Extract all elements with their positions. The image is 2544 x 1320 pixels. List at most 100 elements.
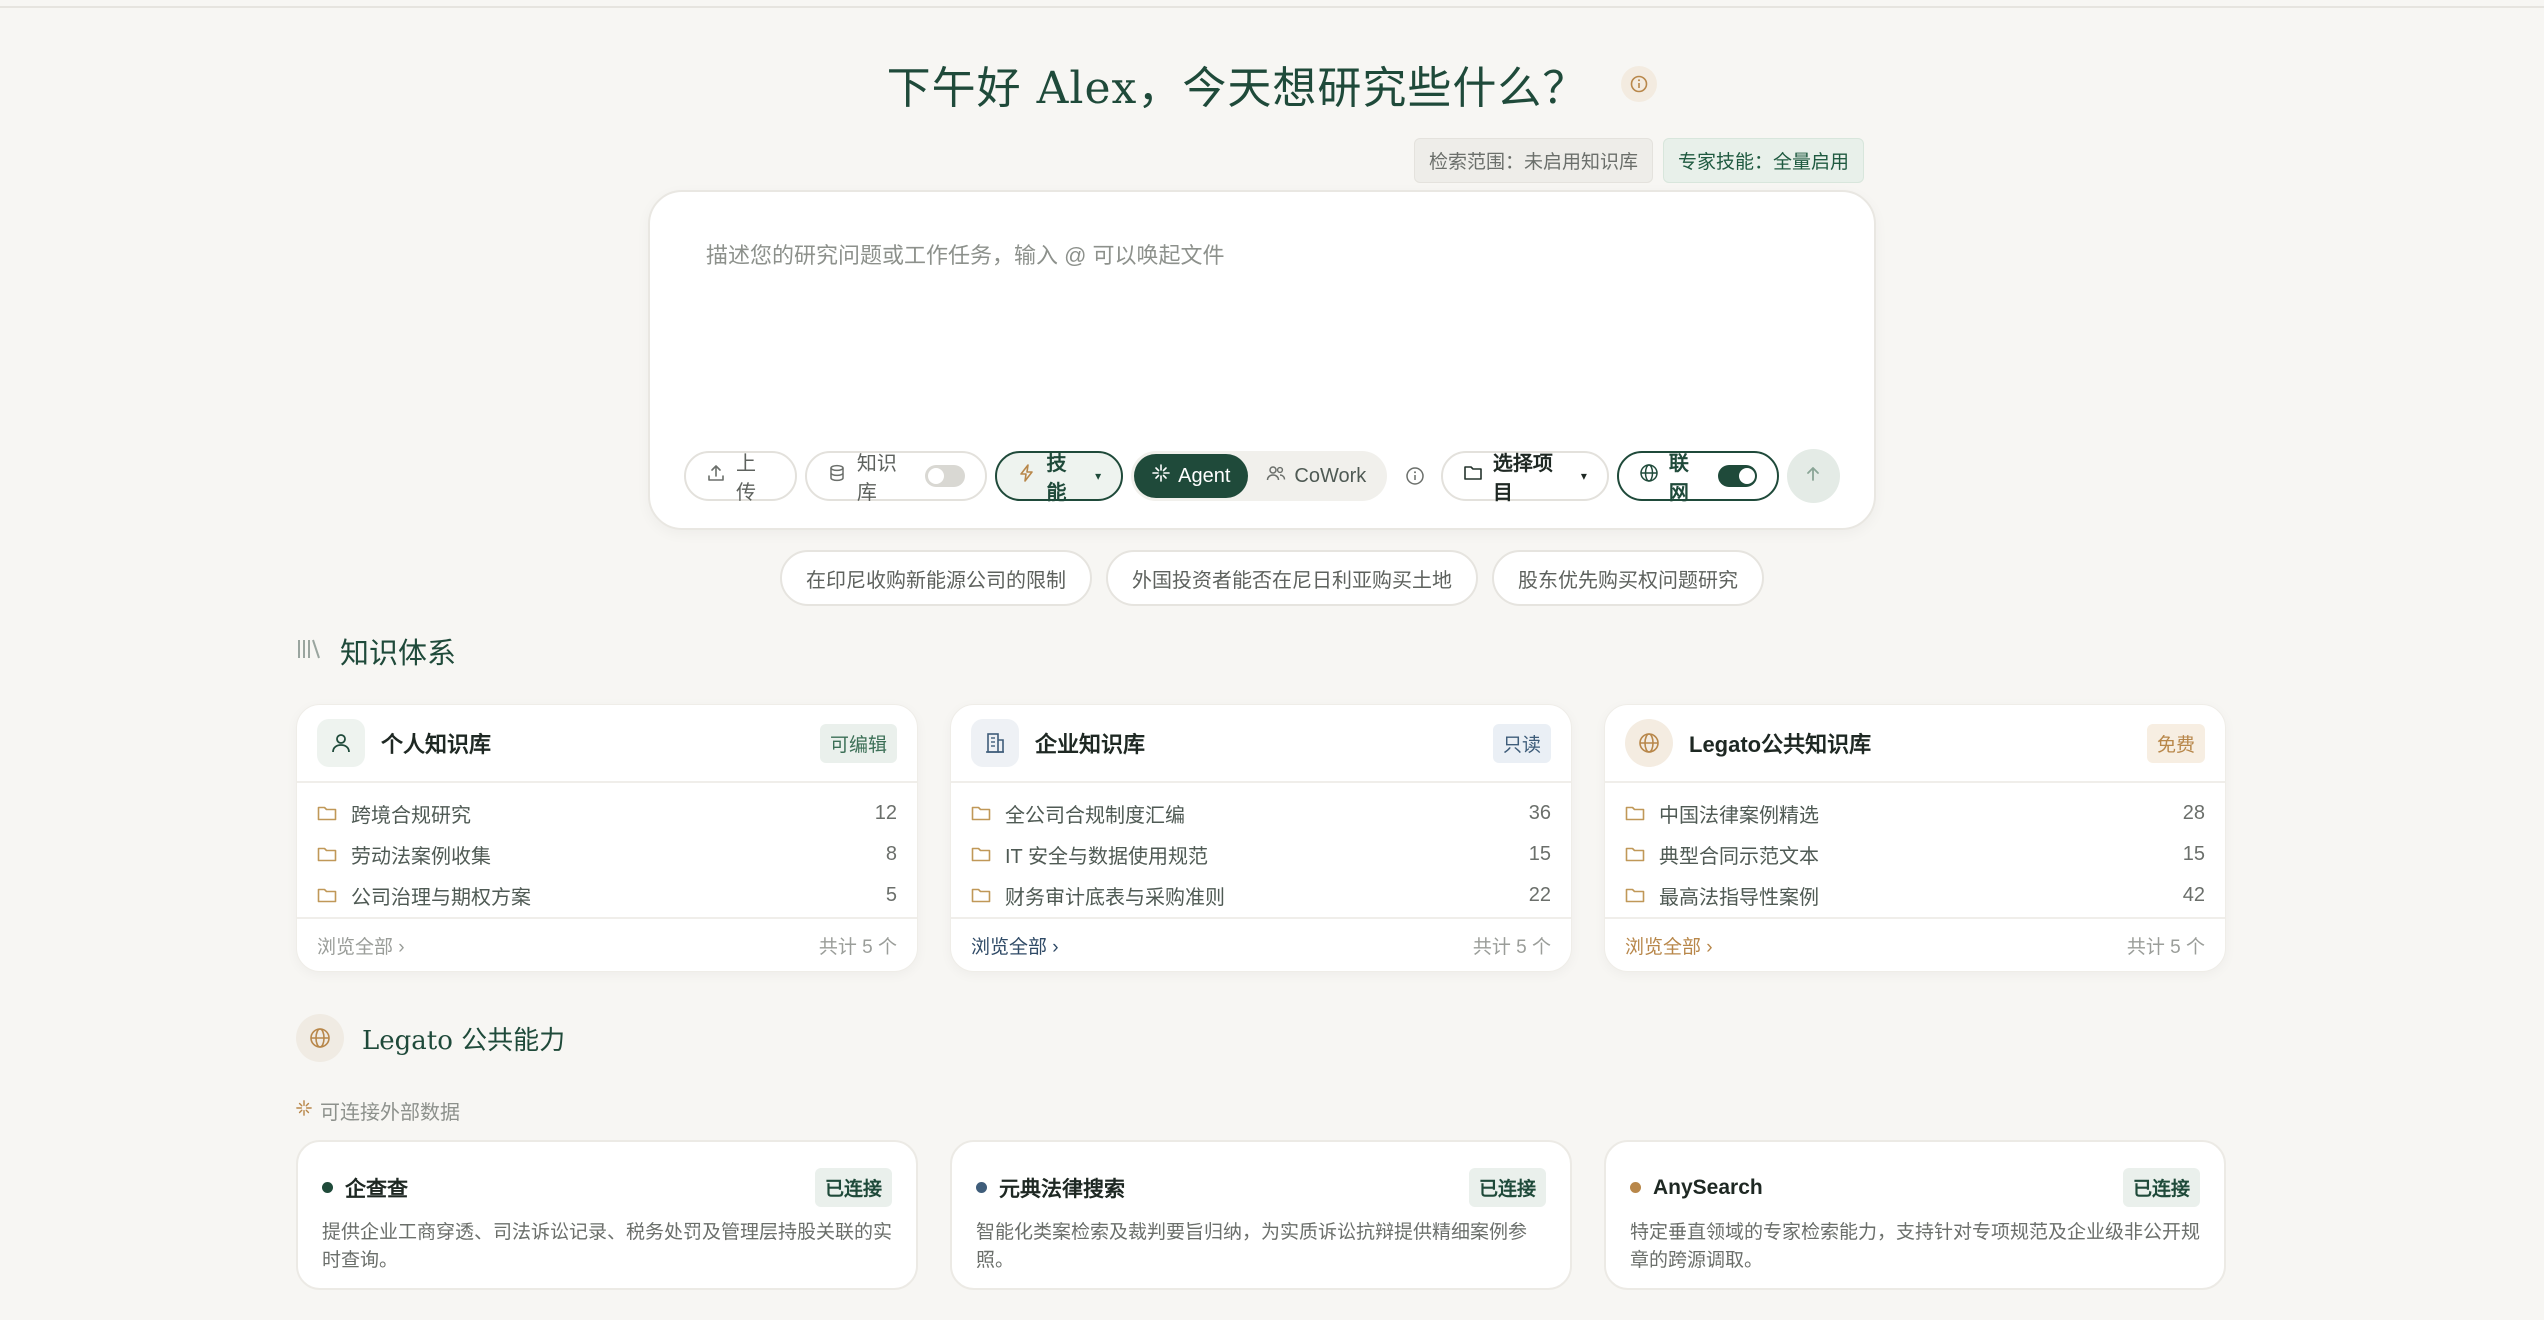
mode-agent-button[interactable]: Agent [1134,454,1249,498]
kb-card-header: Legato公共知识库 免费 [1605,705,2225,783]
skills-dropdown[interactable]: 技能 ▾ [994,451,1124,504]
info-icon[interactable] [1621,66,1658,102]
capability-card-header: AnySearch 已连接 [1606,1142,2224,1207]
folder-icon [317,847,337,862]
kb-folder-count: 36 [1528,802,1551,824]
kb-card-title: 个人知识库 [381,732,492,757]
public-kb-card[interactable]: Legato公共知识库 免费 中国法律案例精选 28 典型合同示范文本 15 最… [1604,704,2226,972]
kb-card-badge: 可编辑 [819,723,897,763]
chevron-down-icon: ▾ [1580,469,1587,483]
knowledge-base-toggle[interactable] [925,465,965,487]
folder-icon [971,806,991,821]
kb-folder-name: 财务审计底表与采购准则 [1005,887,1225,909]
kb-item-list: 跨境合规研究 12 劳动法案例收集 8 公司治理与期权方案 5 [297,783,917,916]
capability-title: 元典法律搜索 [999,1177,1125,1201]
kb-total-count: 共计 5 个 [818,936,897,958]
chevron-down-icon: ▾ [1095,469,1102,483]
user-icon [317,719,365,767]
capability-card-yuandian[interactable]: 元典法律搜索 已连接 智能化类案检索及裁判要旨归纳，为实质诉讼抗辩提供精细案例参… [950,1140,1572,1290]
kb-folder-count: 5 [885,884,897,906]
capability-title: AnySearch [1653,1175,1763,1199]
kb-folder-item[interactable]: 财务审计底表与采购准则 22 [971,875,1551,916]
folder-icon [1625,847,1645,862]
kb-card-header: 个人知识库 可编辑 [297,705,917,783]
kb-folder-name: 全公司合规制度汇编 [1005,805,1185,827]
composer-input[interactable]: 描述您的研究问题或工作任务，输入 @ 可以唤起文件 [706,238,1225,270]
mode-cowork-button[interactable]: CoWork [1248,454,1384,498]
kb-folder-item[interactable]: 典型合同示范文本 15 [1625,834,2205,875]
send-button[interactable] [1786,449,1840,503]
suggestion-chip[interactable]: 在印尼收购新能源公司的限制 [780,550,1092,606]
kb-folder-item[interactable]: 劳动法案例收集 8 [317,834,897,875]
connect-external-label: 可连接外部数据 [296,1096,460,1125]
capabilities-section-header: Legato 公共能力 [296,1014,565,1062]
kb-card-footer: 浏览全部 › 共计 5 个 [1605,917,2225,971]
browse-all-link[interactable]: 浏览全部 › [317,932,405,959]
knowledge-base-label: 知识库 [856,453,897,504]
kb-folder-name: 最高法指导性案例 [1659,887,1819,909]
upload-label: 上传 [736,453,756,504]
composer[interactable]: 描述您的研究问题或工作任务，输入 @ 可以唤起文件 上传 知识库 技能 ▾ Ag… [648,190,1876,530]
folder-icon [971,847,991,862]
mode-cowork-label: CoWork [1294,464,1367,487]
kb-folder-item[interactable]: 跨境合规研究 12 [317,793,897,834]
status-dot [1630,1182,1641,1193]
kb-card-header: 企业知识库 只读 [951,705,1571,783]
kb-card-footer: 浏览全部 › 共计 5 个 [951,917,1571,971]
kb-total-count: 共计 5 个 [2126,936,2205,958]
status-dot [976,1182,987,1193]
capability-card-anysearch[interactable]: AnySearch 已连接 特定垂直领域的专家检索能力，支持针对专项规范及企业级… [1604,1140,2226,1290]
search-scope-tag[interactable]: 检索范围：未启用知识库 [1413,138,1653,183]
kb-folder-count: 28 [2182,802,2205,824]
kb-item-list: 全公司合规制度汇编 36 IT 安全与数据使用规范 15 财务审计底表与采购准则… [951,783,1571,916]
browse-all-link[interactable]: 浏览全部 › [971,932,1059,959]
kb-folder-item[interactable]: 公司治理与期权方案 5 [317,875,897,916]
kb-folder-name: 公司治理与期权方案 [351,887,531,909]
sparkle-icon [1152,464,1170,488]
kb-folder-name: 典型合同示范文本 [1659,846,1819,868]
capability-card-qichacha[interactable]: 企查查 已连接 提供企业工商穿透、司法诉讼记录、税务处罚及管理层持股关联的实时查… [296,1140,918,1290]
suggestion-chip[interactable]: 股东优先购买权问题研究 [1492,550,1764,606]
folder-icon [1463,464,1483,488]
mode-info-icon[interactable] [1405,464,1429,488]
web-search-toggle-button[interactable]: 联网 [1616,451,1779,504]
globe-icon [1639,463,1659,489]
folder-icon [317,806,337,821]
kb-folder-item[interactable]: 全公司合规制度汇编 36 [971,793,1551,834]
kb-folder-count: 12 [874,802,897,824]
upload-button[interactable]: 上传 [684,451,797,504]
knowledge-base-button[interactable]: 知识库 [804,451,987,504]
sparkle-icon [296,1099,312,1122]
kb-folder-item[interactable]: IT 安全与数据使用规范 15 [971,834,1551,875]
connected-badge: 已连接 [814,1168,892,1207]
capability-title: 企查查 [345,1177,408,1201]
expert-skills-tag[interactable]: 专家技能：全量启用 [1662,138,1864,183]
personal-kb-card[interactable]: 个人知识库 可编辑 跨境合规研究 12 劳动法案例收集 8 公司治理与期权方案 … [296,704,918,972]
kb-folder-name: 劳动法案例收集 [351,846,491,868]
users-icon [1266,464,1286,488]
building-icon [971,719,1019,767]
capability-description: 智能化类案检索及裁判要旨归纳，为实质诉讼抗辩提供精细案例参照。 [976,1222,1528,1271]
greeting-title: 下午好 Alex，今天想研究些什么？ [886,63,1588,114]
enterprise-kb-card[interactable]: 企业知识库 只读 全公司合规制度汇编 36 IT 安全与数据使用规范 15 财务… [950,704,1572,972]
web-search-toggle[interactable] [1717,465,1757,487]
kb-folder-name: 中国法律案例精选 [1659,805,1819,827]
globe-icon [1625,719,1673,767]
web-search-label: 联网 [1668,453,1689,504]
folder-icon [971,888,991,903]
browse-all-link[interactable]: 浏览全部 › [1625,932,1713,959]
skills-label: 技能 [1046,453,1067,504]
kb-folder-item[interactable]: 中国法律案例精选 28 [1625,793,2205,834]
suggestion-chip[interactable]: 外国投资者能否在尼日利亚购买土地 [1106,550,1478,606]
select-project-dropdown[interactable]: 选择项目 ▾ [1440,451,1609,504]
lightning-icon [1017,463,1037,489]
folder-icon [1625,806,1645,821]
greeting-row: 下午好 Alex，今天想研究些什么？ [0,52,2544,116]
library-icon [296,637,322,666]
kb-card-title: Legato公共知识库 [1689,732,1872,757]
folder-icon [1625,888,1645,903]
arrow-up-icon [1803,464,1823,489]
kb-folder-item[interactable]: 最高法指导性案例 42 [1625,875,2205,916]
knowledge-section-title: 知识体系 [340,636,457,670]
kb-card-title: 企业知识库 [1035,732,1146,757]
